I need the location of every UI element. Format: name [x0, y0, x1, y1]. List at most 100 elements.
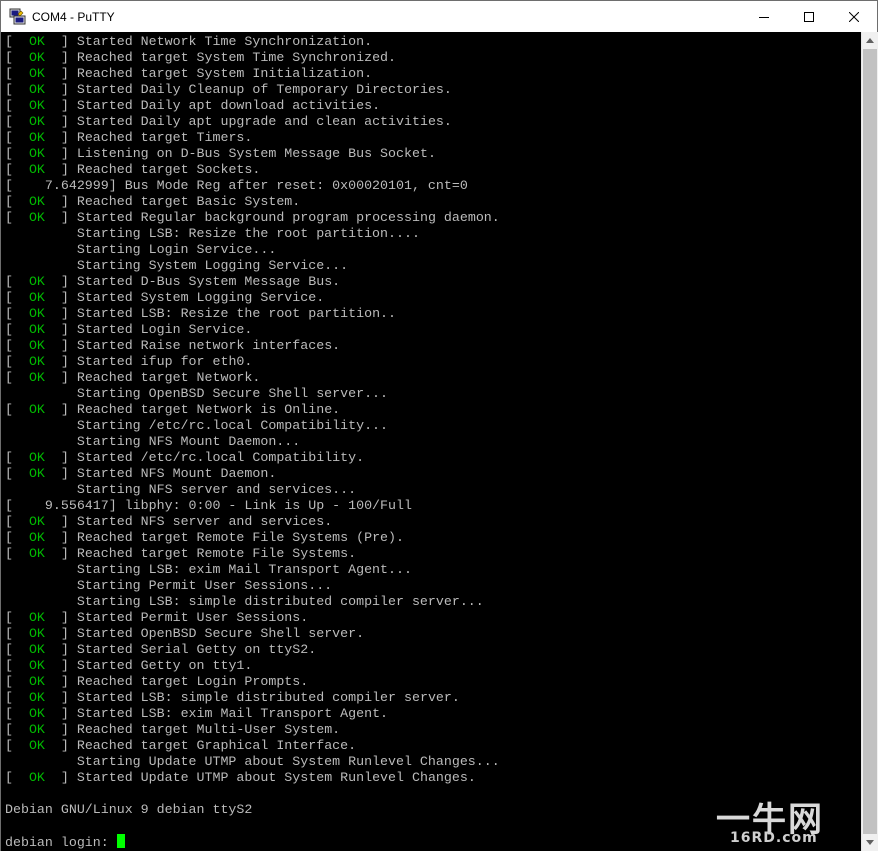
window-title: COM4 - PuTTY [32, 10, 115, 24]
status-bracket-open: [ [5, 82, 29, 97]
title-bar[interactable]: COM4 - PuTTY [1, 1, 877, 32]
ok-status: OK [28, 354, 45, 369]
terminal-line: [ OK ] Reached target Remote File System… [5, 530, 404, 546]
putty-window: COM4 - PuTTY [ OK ] Started Network Time… [0, 0, 878, 851]
vertical-scrollbar[interactable] [861, 32, 878, 851]
line-text: Started Daily apt upgrade and clean acti… [76, 114, 452, 129]
status-bracket-open: [ [5, 770, 29, 785]
line-text: Starting NFS Mount Daemon... [5, 434, 301, 449]
ok-status: OK [28, 706, 45, 721]
status-bracket-open: [ [5, 402, 29, 417]
maximize-button[interactable] [786, 1, 832, 32]
status-bracket-close: ] [44, 450, 77, 465]
line-text: Starting Permit User Sessions... [5, 578, 333, 593]
status-bracket-open: [ [5, 322, 29, 337]
line-text: Reached target System Initialization. [76, 66, 373, 81]
status-bracket-open: [ [5, 370, 29, 385]
terminal-line: [ OK ] Started NFS server and services. [5, 514, 332, 530]
terminal-line: [ OK ] Reached target Timers. [5, 130, 252, 146]
status-bracket-close: ] [44, 322, 77, 337]
terminal-line: Starting System Logging Service... [5, 258, 348, 274]
status-bracket-open: [ [5, 546, 29, 561]
line-text: Started NFS Mount Daemon. [76, 466, 277, 481]
ok-status: OK [28, 658, 45, 673]
ok-status: OK [28, 66, 45, 81]
ok-status: OK [28, 274, 45, 289]
line-text: Started Network Time Synchronization. [76, 34, 373, 49]
minimize-button[interactable] [741, 1, 787, 32]
status-bracket-close: ] [44, 530, 77, 545]
minimize-icon [759, 16, 769, 18]
scroll-up-arrow-icon [866, 38, 874, 43]
close-button[interactable] [831, 1, 877, 32]
scroll-up-button[interactable] [862, 32, 878, 49]
ok-status: OK [28, 674, 45, 689]
ok-status: OK [28, 722, 45, 737]
status-bracket-open: [ [5, 706, 29, 721]
terminal-line: Starting /etc/rc.local Compatibility... [5, 418, 388, 434]
terminal-line: Starting Update UTMP about System Runlev… [5, 754, 500, 770]
status-bracket-close: ] [44, 130, 77, 145]
line-text: Reached target Basic System. [76, 194, 301, 209]
status-bracket-close: ] [44, 66, 77, 81]
terminal-line: [ OK ] Started Daily apt upgrade and cle… [5, 114, 452, 130]
line-text: Started Daily apt download activities. [76, 98, 381, 113]
putty-icon[interactable] [9, 8, 26, 25]
ok-status: OK [28, 338, 45, 353]
line-text: Reached target Multi-User System. [76, 722, 341, 737]
line-text: Reached target Network. [76, 370, 261, 385]
terminal-line: Starting OpenBSD Secure Shell server... [5, 386, 388, 402]
status-bracket-open: [ [5, 610, 29, 625]
status-bracket-close: ] [44, 546, 77, 561]
status-bracket-close: ] [44, 690, 77, 705]
status-bracket-open: [ [5, 642, 29, 657]
terminal-line: Debian GNU/Linux 9 debian ttyS2 [5, 802, 252, 818]
status-bracket-close: ] [44, 514, 77, 529]
terminal-screen[interactable]: [ OK ] Started Network Time Synchronizat… [1, 32, 861, 851]
line-text: Reached target Sockets. [76, 162, 261, 177]
ok-status: OK [28, 770, 45, 785]
line-text: Starting Update UTMP about System Runlev… [5, 754, 500, 769]
line-text: Starting LSB: Resize the root partition.… [5, 226, 420, 241]
status-bracket-close: ] [44, 610, 77, 625]
status-bracket-close: ] [44, 194, 77, 209]
status-bracket-open: [ [5, 738, 29, 753]
ok-status: OK [28, 98, 45, 113]
line-text: Started Permit User Sessions. [76, 610, 309, 625]
terminal-line: Starting Permit User Sessions... [5, 578, 332, 594]
status-bracket-close: ] [44, 98, 77, 113]
scroll-down-button[interactable] [862, 834, 878, 851]
line-text: Started LSB: Resize the root partition.. [76, 306, 397, 321]
status-bracket-open: [ [5, 722, 29, 737]
line-text: Reached target Network is Online. [76, 402, 341, 417]
line-text: Starting NFS server and services... [5, 482, 357, 497]
text-cursor[interactable] [116, 834, 125, 848]
scrollbar-thumb[interactable] [863, 49, 877, 834]
terminal-line: debian login: [5, 834, 125, 850]
status-bracket-close: ] [44, 290, 77, 305]
status-bracket-close: ] [44, 738, 77, 753]
status-bracket-close: ] [44, 274, 77, 289]
status-bracket-open: [ [5, 338, 29, 353]
terminal-line: [ OK ] Started ifup for eth0. [5, 354, 252, 370]
status-bracket-open: [ [5, 450, 29, 465]
line-text: Reached target Remote File Systems. [76, 546, 357, 561]
terminal-line: [ OK ] Started LSB: exim Mail Transport … [5, 706, 388, 722]
terminal-line: [ OK ] Reached target Remote File System… [5, 546, 356, 562]
status-bracket-close: ] [44, 402, 77, 417]
status-bracket-open: [ [5, 290, 29, 305]
ok-status: OK [28, 194, 45, 209]
terminal-line: [ OK ] Started LSB: simple distributed c… [5, 690, 460, 706]
close-icon [849, 11, 859, 22]
terminal-line: [ OK ] Started Regular background progra… [5, 210, 500, 226]
status-bracket-close: ] [44, 50, 77, 65]
terminal-line: [ OK ] Listening on D-Bus System Message… [5, 146, 436, 162]
status-bracket-close: ] [44, 722, 77, 737]
status-bracket-close: ] [44, 466, 77, 481]
status-bracket-close: ] [44, 210, 77, 225]
line-text: Reached target Remote File Systems (Pre)… [76, 530, 405, 545]
ok-status: OK [28, 322, 45, 337]
status-bracket-open: [ [5, 306, 29, 321]
line-text: Starting OpenBSD Secure Shell server... [5, 386, 389, 401]
terminal-line: [ OK ] Started Login Service. [5, 322, 252, 338]
